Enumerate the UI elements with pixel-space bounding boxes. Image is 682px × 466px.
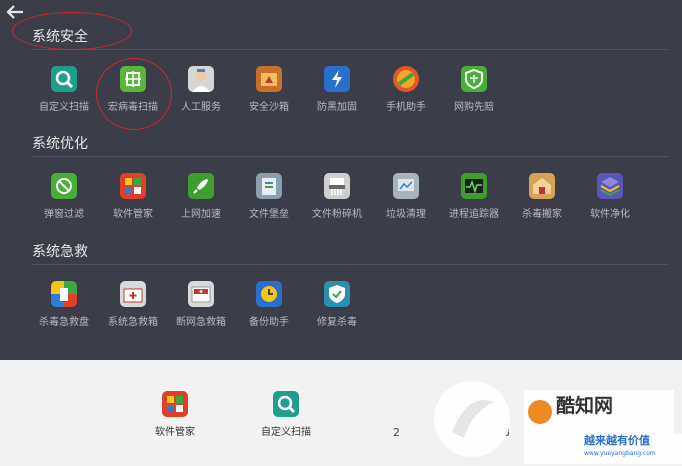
- software-manager-icon: [162, 391, 188, 417]
- tool-label: 杀毒急救盘: [39, 317, 89, 328]
- section-title-optimize: 系统优化: [32, 136, 88, 152]
- section-title-rescue: 系统急救: [32, 244, 88, 260]
- software-manager-icon: [120, 173, 146, 199]
- popup-filter-icon: [51, 173, 77, 199]
- bottom-label: 软件管家: [155, 427, 195, 438]
- page-number[interactable]: 2: [393, 426, 400, 439]
- tool-file-shredder[interactable]: 文件粉碎机: [302, 173, 372, 220]
- tool-process-tracker[interactable]: 进程追踪器: [439, 173, 509, 220]
- tool-software-manager[interactable]: 软件管家: [98, 173, 168, 220]
- magnifier-icon: [51, 66, 77, 92]
- tool-antivirus-move[interactable]: 杀毒搬家: [507, 173, 577, 220]
- tool-label: 弹窗过滤: [44, 209, 84, 220]
- tool-shopping-protect[interactable]: 网购先赔: [439, 66, 509, 113]
- software-purify-icon: [597, 173, 623, 199]
- tool-file-vault[interactable]: 文件堡垒: [234, 173, 304, 220]
- tool-network-first-aid[interactable]: 断网急救箱: [166, 281, 236, 328]
- tool-repair-antivirus[interactable]: 修复杀毒: [302, 281, 372, 328]
- tool-label: 手机助手: [386, 102, 426, 113]
- tool-label: 断网急救箱: [176, 317, 226, 328]
- antivirus-move-icon: [529, 173, 555, 199]
- file-vault-icon: [256, 173, 282, 199]
- tool-label: 进程追踪器: [449, 209, 499, 220]
- macro-virus-scan-icon: [120, 66, 146, 92]
- tool-label: 安全沙箱: [249, 102, 289, 113]
- bottom-custom-scan[interactable]: 自定义扫描: [246, 391, 326, 438]
- watermark-slogan: 越来越有价值: [584, 434, 650, 447]
- tool-system-first-aid[interactable]: 系统急救箱: [98, 281, 168, 328]
- watermark-url: www.yueyangbang.com: [584, 450, 656, 457]
- rocket-icon: [188, 173, 214, 199]
- tool-label: 软件管家: [113, 209, 153, 220]
- tool-label: 修复杀毒: [317, 317, 357, 328]
- tool-label: 人工服务: [181, 102, 221, 113]
- tool-label: 备份助手: [249, 317, 289, 328]
- tool-label: 宏病毒扫描: [108, 102, 158, 113]
- bottom-software-manager[interactable]: 软件管家: [135, 391, 215, 438]
- tool-label: 防黑加固: [317, 102, 357, 113]
- bottom-label: 自定义扫描: [261, 427, 311, 438]
- toolbox-panel: 系统安全 自定义扫描 宏病毒扫描 人工服务 安全沙箱 防黑加固 手机助手 网购先…: [0, 0, 682, 360]
- section-title-security: 系统安全: [32, 29, 88, 45]
- system-first-aid-icon: [120, 281, 146, 307]
- tool-phone-assistant[interactable]: 手机助手: [371, 66, 441, 113]
- tool-label: 系统急救箱: [108, 317, 158, 328]
- tool-label: 自定义扫描: [39, 102, 89, 113]
- tool-software-purify[interactable]: 软件净化: [575, 173, 645, 220]
- tool-label: 软件净化: [590, 209, 630, 220]
- magnifier-icon: [273, 391, 299, 417]
- support-person-icon: [188, 66, 214, 92]
- divider: [32, 49, 668, 50]
- tool-sandbox[interactable]: 安全沙箱: [234, 66, 304, 113]
- divider: [32, 264, 668, 265]
- tool-anti-hack[interactable]: 防黑加固: [302, 66, 372, 113]
- tool-label: 上网加速: [181, 209, 221, 220]
- tool-rescue-disk[interactable]: 杀毒急救盘: [29, 281, 99, 328]
- tool-popup-filter[interactable]: 弹窗过滤: [29, 173, 99, 220]
- shield-lightning-icon: [324, 66, 350, 92]
- back-button[interactable]: [5, 4, 27, 22]
- tool-junk-clean[interactable]: 垃圾清理: [371, 173, 441, 220]
- arrow-left-icon: [6, 5, 23, 19]
- watermark-brand: 酷知网: [556, 395, 614, 417]
- junk-clean-icon: [393, 173, 419, 199]
- phone-assistant-icon: [393, 66, 419, 92]
- network-first-aid-icon: [188, 281, 214, 307]
- process-tracker-icon: [461, 173, 487, 199]
- tool-label: 文件堡垒: [249, 209, 289, 220]
- tool-macro-virus-scan[interactable]: 宏病毒扫描: [98, 66, 168, 113]
- file-shredder-icon: [324, 173, 350, 199]
- tool-manual-service[interactable]: 人工服务: [166, 66, 236, 113]
- tool-backup-assistant[interactable]: 备份助手: [234, 281, 304, 328]
- tool-custom-scan[interactable]: 自定义扫描: [29, 66, 99, 113]
- sandbox-icon: [256, 66, 282, 92]
- backup-clock-icon: [256, 281, 282, 307]
- rescue-disk-icon: [51, 281, 77, 307]
- divider: [32, 156, 668, 157]
- tool-label: 文件粉碎机: [312, 209, 362, 220]
- tool-label: 杀毒搬家: [522, 209, 562, 220]
- shopping-shield-icon: [461, 66, 487, 92]
- tool-label: 垃圾清理: [386, 209, 426, 220]
- repair-shield-icon: [324, 281, 350, 307]
- tool-label: 网购先赔: [454, 102, 494, 113]
- tool-net-speedup[interactable]: 上网加速: [166, 173, 236, 220]
